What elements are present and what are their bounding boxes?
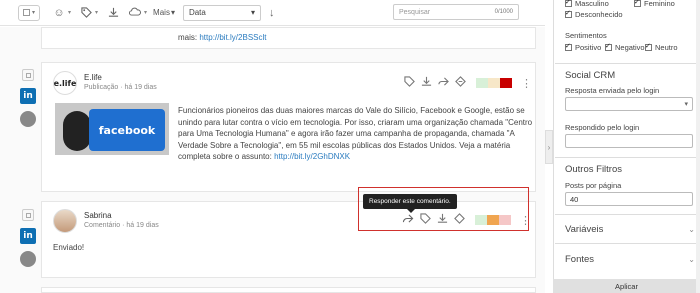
avatar [53,209,77,233]
social-crm-title: Social CRM [565,70,616,81]
divider [555,157,700,158]
neutral-swatch[interactable] [488,78,500,88]
resposta-label: Resposta enviada pelo login [565,86,660,95]
status-dot [20,251,36,267]
negative-swatch[interactable] [500,78,512,88]
neutral-swatch[interactable] [487,215,499,225]
search-input[interactable]: Pesquisar 0/1000 [393,4,519,20]
ticket-icon[interactable] [455,76,466,90]
avatar: e.life [53,71,77,95]
variaveis-accordion[interactable]: Variáveis ⌄ [565,224,695,235]
sentiment-selector[interactable] [476,78,512,88]
chevron-down-icon: ⌄ [688,225,695,234]
sentiments-label: Sentimentos [565,31,607,40]
outros-filtros-title: Outros Filtros [565,164,623,175]
negative-swatch[interactable] [499,215,511,225]
status-dot [20,111,36,127]
sidebar-collapse-handle[interactable]: › [545,130,553,164]
mouse-shape [63,111,91,151]
cloud-icon[interactable] [126,4,144,22]
gender-unknown[interactable]: Desconhecido [565,9,623,19]
comment-actions: ⋮ [402,213,531,227]
select-all-dropdown[interactable]: ▾ [18,4,40,21]
divider [555,63,700,64]
comment-author[interactable]: Sabrina [84,211,112,220]
divider [555,214,700,215]
chevron-down-icon: ⌄ [688,255,695,264]
chevron-down-icon[interactable]: ▾ [95,9,98,16]
download-icon[interactable] [104,4,122,22]
ticket-icon[interactable] [454,213,465,227]
post-side-controls: in [18,69,38,127]
resposta-select[interactable]: ▾ [565,97,693,111]
reply-icon[interactable] [402,213,414,227]
comment-side-controls: in [18,209,38,267]
chevron-down-icon[interactable]: ▾ [68,9,71,16]
post-checkbox[interactable] [22,69,34,81]
post-image[interactable]: facebook [55,103,169,155]
next-card [41,287,536,293]
gender-male[interactable]: Masculino [565,0,609,8]
more-options-icon[interactable]: ⋮ [520,214,531,227]
image-logo: facebook [89,109,165,151]
linkedin-icon: in [20,88,36,104]
sentiment-selector[interactable] [475,215,511,225]
more-options-icon[interactable]: ⋮ [521,77,532,90]
respondido-input[interactable] [565,134,693,148]
scrollbar[interactable] [696,0,700,293]
sentiment-negative[interactable]: Negativo [605,42,645,52]
fontes-accordion[interactable]: Fontes ⌄ [565,254,695,265]
sentiment-positive[interactable]: Positivo [565,42,601,52]
tag-icon[interactable] [404,76,415,90]
posts-per-page-input[interactable]: 40 [565,192,693,206]
post-link[interactable]: http://bit.ly/2GhDNXK [274,152,350,161]
download-icon[interactable] [437,213,448,227]
tag-icon[interactable] [77,4,95,22]
comment-text: Enviado! [53,243,85,252]
chevron-down-icon[interactable]: ▾ [144,9,147,16]
linkedin-icon: in [20,228,36,244]
positive-swatch[interactable] [475,215,487,225]
sort-direction-icon[interactable]: ↓ [269,7,275,19]
sort-select[interactable]: Data ▾ [182,4,261,21]
smiley-icon[interactable]: ☺ [50,4,68,22]
respondido-label: Respondido pelo login [565,123,640,132]
post-meta: Publicação · há 19 dias [84,84,157,91]
apply-button[interactable]: Aplicar [553,279,700,293]
post-actions: ⋮ [404,76,532,90]
previous-post-text: mais: http://bit.ly/2BSSclt [178,33,267,42]
more-menu[interactable]: Mais ▾ [153,8,175,17]
previous-post-link[interactable]: http://bit.ly/2BSSclt [199,33,266,42]
post-author[interactable]: E.life [84,73,102,82]
positive-swatch[interactable] [476,78,488,88]
gender-female[interactable]: Feminino [634,0,675,8]
previous-post-card [41,27,536,49]
tag-icon[interactable] [420,213,431,227]
comment-checkbox[interactable] [22,209,34,221]
divider [555,243,700,244]
post-text: Funcionários pioneiros das duas maiores … [178,106,533,161]
posts-per-page-label: Posts por página [565,181,622,190]
share-icon[interactable] [438,76,449,90]
comment-meta: Comentário · há 19 dias [84,222,159,229]
sentiment-neutral[interactable]: Neutro [645,42,678,52]
download-icon[interactable] [421,76,432,90]
